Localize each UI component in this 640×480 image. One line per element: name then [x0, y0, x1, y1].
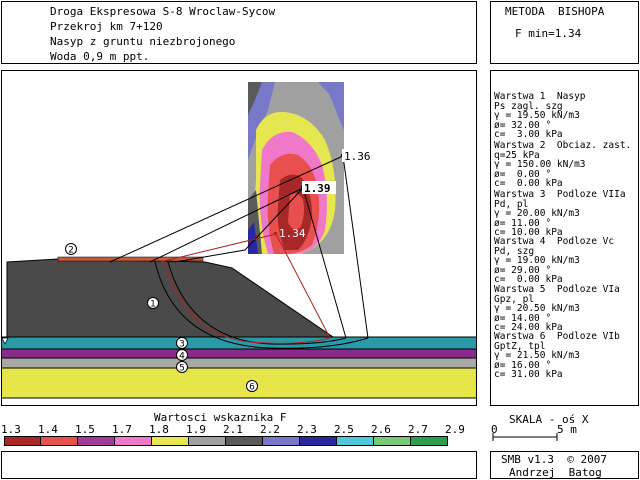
layer-marker-4: 4: [179, 352, 185, 362]
legend-value: 2.2: [260, 423, 280, 436]
legend-value: 2.5: [334, 423, 354, 436]
legend-value: 2.3: [297, 423, 317, 436]
legend-color-cell: [115, 436, 152, 446]
layer-5-band: [2, 358, 476, 368]
layer-marker-5: 5: [179, 364, 185, 374]
legend-color-cell: [337, 436, 374, 446]
layer-6-band: [2, 368, 476, 398]
legend-color-cell: [4, 436, 41, 446]
safety-label-3: 1.34: [279, 227, 306, 240]
surface-load-strip: [57, 256, 204, 262]
layer-marker-3: 3: [179, 340, 185, 350]
layer-marker-6: 6: [249, 383, 255, 393]
safety-label-1: 1.36: [344, 150, 371, 163]
legend-value: 2.6: [371, 423, 391, 436]
circle-center-3: [274, 232, 277, 235]
scale-five: 5 m: [557, 423, 577, 436]
legend-color-cell: [41, 436, 78, 446]
layer-6-info: Warstwa 6 Podloze VIb GptZ, tpl γ = 21.50 …: [494, 331, 620, 380]
legend-value: 2.9: [445, 423, 465, 436]
legend-color-cell: [226, 436, 263, 446]
layer-marker-1: 1: [150, 300, 156, 310]
legend-color-cell: [78, 436, 115, 446]
legend-value: 1.5: [75, 423, 95, 436]
legend-value: 1.7: [112, 423, 132, 436]
legend-value: 2.7: [408, 423, 428, 436]
legend-value: 2.1: [223, 423, 243, 436]
legend-color-cell: [189, 436, 226, 446]
legend-value: 1.9: [186, 423, 206, 436]
safety-label-2: 1.39: [304, 182, 331, 195]
legend-color-cell: [411, 436, 448, 446]
embankment-body: [6, 258, 335, 338]
legend-color-cell: [374, 436, 411, 446]
legend-value: 1.3: [1, 423, 21, 436]
legend-color-cell: [263, 436, 300, 446]
layer-4-band: [2, 349, 476, 358]
layer-marker-2: 2: [68, 246, 74, 256]
legend-color-cell: [152, 436, 189, 446]
legend-value: 1.8: [149, 423, 169, 436]
scale-zero: 0: [491, 423, 498, 436]
legend-color-cell: [300, 436, 337, 446]
legend-value: 1.4: [38, 423, 58, 436]
